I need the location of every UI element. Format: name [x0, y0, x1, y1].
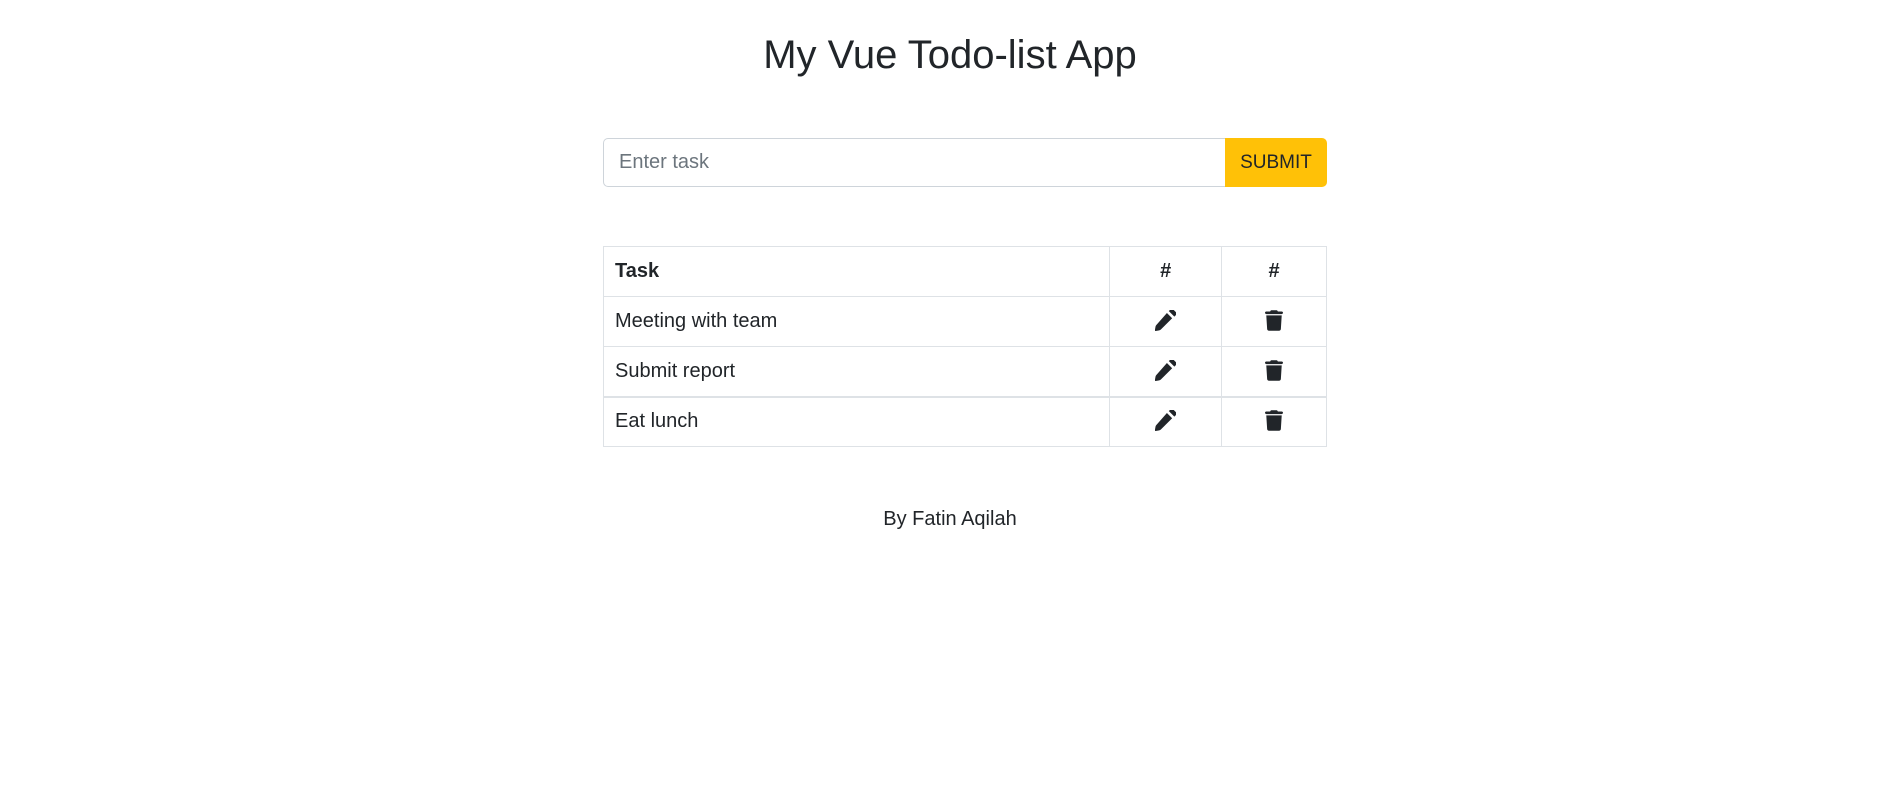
- trash-icon[interactable]: [1260, 407, 1288, 435]
- app-page: My Vue Todo-list App SUBMIT Task # # Mee…: [0, 0, 1900, 798]
- header-task: Task: [602, 246, 1111, 297]
- task-name: Submit report: [602, 346, 1111, 397]
- edit-cell: [1109, 346, 1223, 397]
- delete-cell: [1221, 346, 1327, 397]
- delete-cell: [1221, 395, 1327, 447]
- trash-icon[interactable]: [1260, 306, 1288, 334]
- table-row: Meeting with team: [602, 296, 1327, 347]
- task-table: Task # # Meeting with team Submit report…: [602, 246, 1327, 447]
- table-row: Submit report: [602, 346, 1327, 397]
- edit-cell: [1109, 395, 1223, 447]
- table-header-row: Task # #: [602, 246, 1327, 297]
- task-form: SUBMIT: [603, 138, 1327, 187]
- header-delete: #: [1221, 246, 1327, 297]
- submit-button[interactable]: SUBMIT: [1225, 138, 1327, 187]
- edit-cell: [1109, 296, 1223, 347]
- footer-credit: By Fatin Aqilah: [883, 508, 1017, 530]
- trash-icon[interactable]: [1260, 356, 1288, 384]
- header-edit: #: [1109, 246, 1223, 297]
- task-name: Meeting with team: [602, 296, 1111, 347]
- task-input[interactable]: [603, 138, 1225, 187]
- page-title: My Vue Todo-list App: [763, 33, 1137, 77]
- delete-cell: [1221, 296, 1327, 347]
- task-name: Eat lunch: [602, 395, 1111, 447]
- pencil-icon[interactable]: [1152, 407, 1180, 435]
- pencil-icon[interactable]: [1152, 356, 1180, 384]
- pencil-icon[interactable]: [1152, 306, 1180, 334]
- table-row: Eat lunch: [602, 395, 1327, 447]
